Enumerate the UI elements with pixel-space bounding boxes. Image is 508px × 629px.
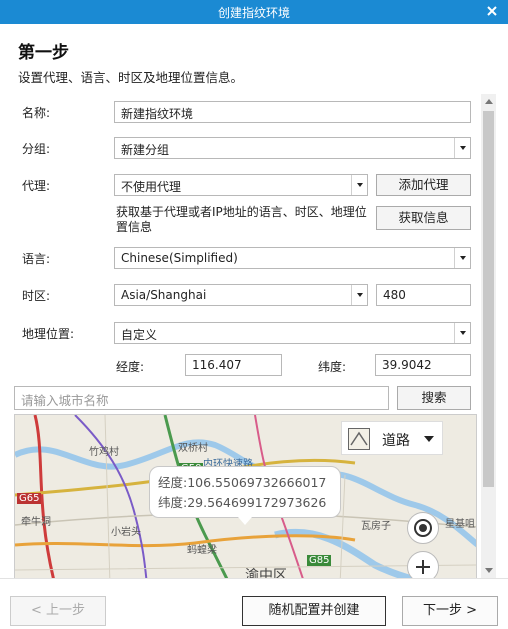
longitude-label: 经度: <box>116 360 145 374</box>
map-road-badge: G85 <box>307 555 332 566</box>
timezone-label: 时区: <box>22 289 51 303</box>
proxy-select-value: 不使用代理 <box>121 180 182 194</box>
popup-longitude: 经度:106.55069732666017 <box>158 475 327 490</box>
latitude-label: 纬度: <box>318 360 347 374</box>
timezone-select[interactable]: Asia/Shanghai <box>114 284 368 306</box>
coordinate-popup: 经度:106.55069732666017 纬度:29.564699172973… <box>149 466 341 525</box>
map-place-label: 牵牛洞 <box>21 517 51 528</box>
step-description: 设置代理、语言、时区及地理位置信息。 <box>18 70 244 85</box>
scroll-up-icon[interactable] <box>481 94 496 109</box>
form-scroll-area: 名称: 新建指纹环境 分组: 新建分组 代理: 不使用代理 添加代理 获取基于代… <box>0 94 508 578</box>
map-road-badge: G65 <box>17 493 42 504</box>
prev-step-button[interactable]: < 上一步 <box>10 596 106 626</box>
city-search-input[interactable]: 请输入城市名称 <box>14 386 389 410</box>
language-select[interactable]: Chinese(Simplified) <box>114 247 471 269</box>
locate-icon[interactable] <box>407 512 439 544</box>
map-place-label: 双桥村 <box>178 443 208 454</box>
timezone-offset-input[interactable]: 480 <box>376 284 471 306</box>
geo-label: 地理位置: <box>22 327 75 341</box>
vertical-scrollbar[interactable] <box>481 94 496 578</box>
longitude-input[interactable]: 116.407 <box>185 354 282 376</box>
fetch-info-text: 获取基于代理或者IP地址的语言、时区、地理位置信息 <box>116 205 367 234</box>
chevron-down-icon <box>454 138 470 158</box>
group-select-value: 新建分组 <box>121 143 170 157</box>
fetch-info-button[interactable]: 获取信息 <box>376 206 471 230</box>
title-bar: 创建指纹环境 <box>0 0 508 24</box>
zoom-in-icon[interactable] <box>407 551 439 578</box>
map-place-label: 竹鸡村 <box>89 447 119 458</box>
random-create-button[interactable]: 随机配置并创建 <box>242 596 386 626</box>
group-select[interactable]: 新建分组 <box>114 137 471 159</box>
scrollbar-thumb[interactable] <box>483 111 494 487</box>
scroll-down-icon[interactable] <box>481 563 496 578</box>
map-layer-icon <box>348 428 370 450</box>
map-place-label: 蚂蝗梁 <box>187 545 217 556</box>
map-view[interactable]: 竹鸡村 双桥村 内环快速路 G50 G65 牵牛洞 小岩头 蚂蝗梁 渝中区 瓦房… <box>14 414 477 578</box>
proxy-select[interactable]: 不使用代理 <box>114 174 368 196</box>
language-select-value: Chinese(Simplified) <box>121 251 238 265</box>
language-label: 语言: <box>22 252 51 266</box>
map-place-label: 小岩头 <box>111 527 141 538</box>
timezone-select-value: Asia/Shanghai <box>121 288 207 302</box>
group-label: 分组: <box>22 142 51 156</box>
geo-select[interactable]: 自定义 <box>114 322 471 344</box>
window-title: 创建指纹环境 <box>217 6 290 20</box>
map-type-switch[interactable]: 道路 <box>341 421 443 455</box>
latitude-input[interactable]: 39.9042 <box>375 354 471 376</box>
proxy-label: 代理: <box>22 179 51 193</box>
name-input[interactable]: 新建指纹环境 <box>114 101 471 123</box>
geo-select-value: 自定义 <box>121 328 158 342</box>
footer-bar: < 上一步 随机配置并创建 下一步 > <box>0 578 508 629</box>
map-place-label: 星基咀 <box>445 519 475 530</box>
search-button[interactable]: 搜索 <box>397 386 471 410</box>
chevron-down-icon <box>351 175 367 195</box>
chevron-down-icon <box>454 248 470 268</box>
popup-latitude: 纬度:29.564699172973626 <box>158 495 327 510</box>
chevron-down-icon <box>351 285 367 305</box>
close-icon[interactable] <box>484 3 500 19</box>
name-label: 名称: <box>22 106 51 120</box>
next-step-button[interactable]: 下一步 > <box>402 596 498 626</box>
chevron-down-icon <box>454 323 470 343</box>
step-title: 第一步 <box>18 43 69 63</box>
map-place-label: 渝中区 <box>245 568 287 578</box>
add-proxy-button[interactable]: 添加代理 <box>376 174 471 196</box>
map-place-label: 瓦房子 <box>361 521 391 532</box>
chevron-down-icon <box>424 436 434 442</box>
map-type-label: 道路 <box>382 433 410 449</box>
